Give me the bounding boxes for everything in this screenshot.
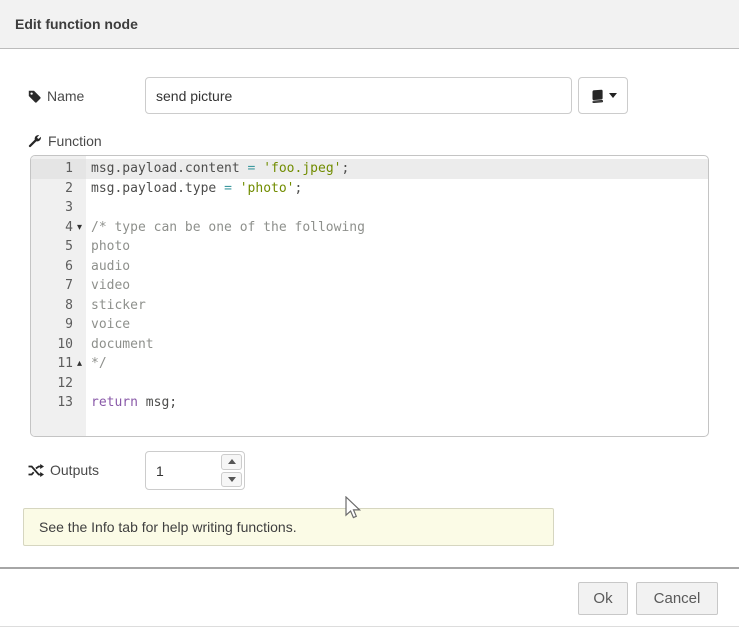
gutter-cell: 1 xyxy=(31,159,86,179)
caret-down-icon xyxy=(228,477,236,482)
code-line[interactable]: 4▾/* type can be one of the following xyxy=(31,218,708,238)
gutter-cell: 4▾ xyxy=(31,218,86,238)
fold-down-icon[interactable]: ▾ xyxy=(73,218,86,238)
code-text xyxy=(86,374,708,394)
name-label-text: Name xyxy=(47,88,84,104)
gutter-cell: 7 xyxy=(31,276,86,296)
code-line[interactable]: 6 audio xyxy=(31,257,708,277)
info-tip-text: See the Info tab for help writing functi… xyxy=(39,519,297,535)
code-line[interactable]: 3 xyxy=(31,198,708,218)
gutter-cell: 2 xyxy=(31,179,86,199)
code-text: photo xyxy=(86,237,708,257)
outputs-label-text: Outputs xyxy=(50,462,99,478)
gutter-cell: 9 xyxy=(31,315,86,335)
line-number: 5 xyxy=(65,237,73,257)
info-tip: See the Info tab for help writing functi… xyxy=(23,508,554,546)
code-text: msg.payload.type = 'photo'; xyxy=(86,179,708,199)
gutter-cell: 8 xyxy=(31,296,86,316)
line-number: 7 xyxy=(65,276,73,296)
edit-function-dialog: Edit function node Name Function 1 msg.pa… xyxy=(0,0,739,630)
code-text: msg.payload.content = 'foo.jpeg'; xyxy=(86,159,708,179)
dialog-header: Edit function node xyxy=(0,0,739,49)
line-number: 2 xyxy=(65,179,73,199)
spinner-down-button[interactable] xyxy=(221,472,242,488)
gutter-cell: 11▴ xyxy=(31,354,86,374)
code-line[interactable]: 13 return msg; xyxy=(31,393,708,413)
code-text xyxy=(86,198,708,218)
gutter-cell: 12 xyxy=(31,374,86,394)
function-label: Function xyxy=(28,131,102,151)
line-number: 1 xyxy=(65,159,73,179)
ok-button[interactable]: Ok xyxy=(578,582,628,615)
caret-up-icon xyxy=(228,459,236,464)
cancel-button[interactable]: Cancel xyxy=(636,582,718,615)
spinner-up-button[interactable] xyxy=(221,454,242,470)
line-number: 12 xyxy=(57,374,73,394)
wrench-icon xyxy=(28,134,42,148)
book-icon xyxy=(590,89,604,103)
code-text: sticker xyxy=(86,296,708,316)
chevron-down-icon xyxy=(609,93,617,98)
dialog-title: Edit function node xyxy=(15,16,138,32)
code-line[interactable]: 8 sticker xyxy=(31,296,708,316)
outputs-spinner xyxy=(145,451,245,490)
tag-icon xyxy=(28,90,41,103)
code-line[interactable]: 11▴*/ xyxy=(31,354,708,374)
name-input[interactable] xyxy=(145,77,572,114)
function-label-text: Function xyxy=(48,133,102,149)
gutter-cell: 5 xyxy=(31,237,86,257)
code-text: voice xyxy=(86,315,708,335)
code-text: audio xyxy=(86,257,708,277)
line-number: 9 xyxy=(65,315,73,335)
fold-up-icon[interactable]: ▴ xyxy=(73,354,86,374)
code-text: /* type can be one of the following xyxy=(86,218,708,238)
code-line[interactable]: 1 msg.payload.content = 'foo.jpeg'; xyxy=(31,159,708,179)
code-text: document xyxy=(86,335,708,355)
footer-divider xyxy=(0,567,739,569)
gutter-cell: 10 xyxy=(31,335,86,355)
code-editor[interactable]: 1 msg.payload.content = 'foo.jpeg'; 2 msg.p… xyxy=(30,155,709,437)
code-line[interactable]: 12 xyxy=(31,374,708,394)
line-number: 4 xyxy=(65,218,73,238)
library-button[interactable] xyxy=(578,77,628,114)
line-number: 3 xyxy=(65,198,73,218)
name-label: Name xyxy=(28,86,84,106)
bottom-divider xyxy=(0,626,739,627)
line-number: 8 xyxy=(65,296,73,316)
code-text: video xyxy=(86,276,708,296)
code-line[interactable]: 5 photo xyxy=(31,237,708,257)
code-text: */ xyxy=(86,354,708,374)
outputs-label: Outputs xyxy=(28,460,99,480)
code-lines: 1 msg.payload.content = 'foo.jpeg'; 2 msg.p… xyxy=(31,159,708,413)
gutter-cell: 6 xyxy=(31,257,86,277)
code-line[interactable]: 10 document xyxy=(31,335,708,355)
code-line[interactable]: 9 voice xyxy=(31,315,708,335)
outputs-input[interactable] xyxy=(146,452,218,489)
shuffle-icon xyxy=(28,464,44,477)
code-line[interactable]: 2 msg.payload.type = 'photo'; xyxy=(31,179,708,199)
line-number: 11 xyxy=(57,354,73,374)
line-number: 13 xyxy=(57,393,73,413)
code-line[interactable]: 7 video xyxy=(31,276,708,296)
gutter-cell: 13 xyxy=(31,393,86,413)
gutter-cell: 3 xyxy=(31,198,86,218)
code-text: return msg; xyxy=(86,393,708,413)
line-number: 6 xyxy=(65,257,73,277)
line-number: 10 xyxy=(57,335,73,355)
